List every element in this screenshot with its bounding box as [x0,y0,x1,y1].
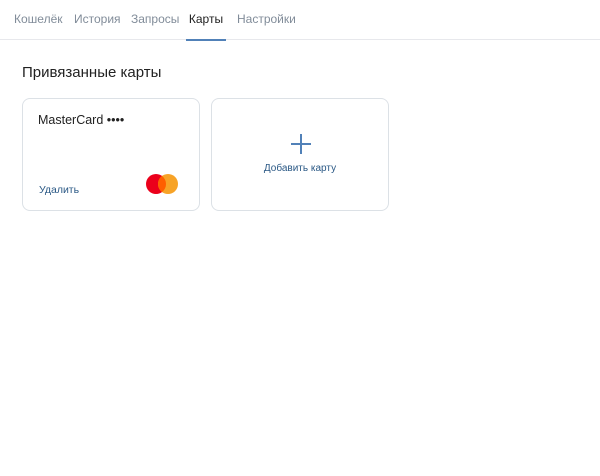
tab-history[interactable]: История [74,0,121,40]
linked-card: MasterCard •••• Удалить [22,98,200,211]
tab-wallet[interactable]: Кошелёк [14,0,63,40]
tab-cards[interactable]: Карты [186,0,226,41]
card-name: MasterCard •••• [38,113,125,127]
tabs-bar: Кошелёк История Запросы Карты Настройки [0,0,600,41]
page-title: Привязанные карты [22,64,162,81]
remove-card-button[interactable]: Удалить [39,184,79,196]
mastercard-logo-icon [146,174,178,194]
page: Кошелёк История Запросы Карты Настройки … [0,0,600,476]
tab-requests[interactable]: Запросы [131,0,179,40]
plus-icon [291,134,311,154]
add-card-label: Добавить карту [263,163,337,174]
add-card-button[interactable]: Добавить карту [211,98,389,211]
tab-settings[interactable]: Настройки [237,0,296,40]
